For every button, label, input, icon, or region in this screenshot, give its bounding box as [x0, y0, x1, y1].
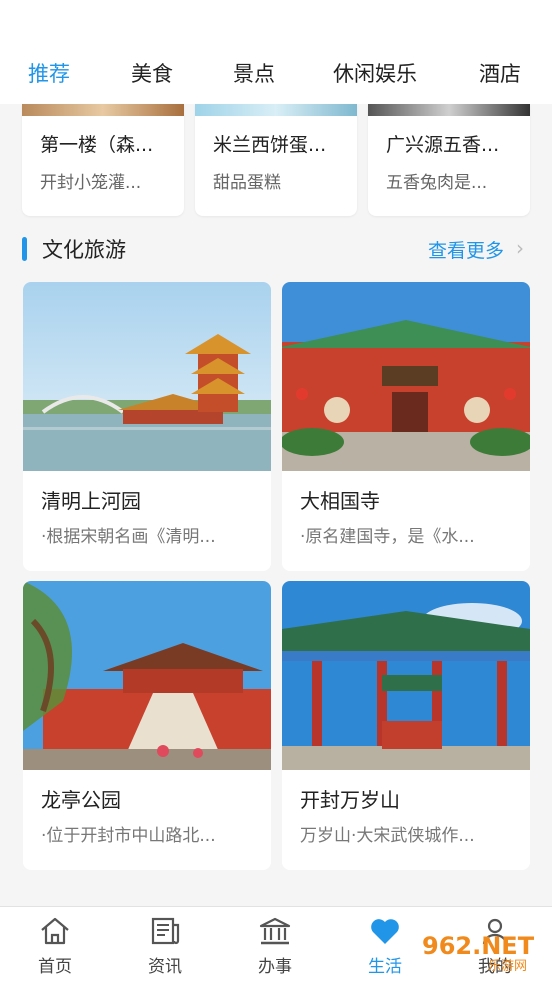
category-tabs: 推荐 美食 景点 休闲娱乐 酒店: [0, 52, 552, 102]
nav-item-home[interactable]: 首页: [0, 907, 110, 981]
attraction-image: [282, 282, 530, 471]
food-card-subtitle: 甜品蛋糕: [213, 173, 281, 193]
nav-label: 首页: [38, 957, 72, 977]
food-image: [368, 104, 530, 116]
watermark-sub: 乐游网: [488, 959, 527, 974]
news-icon: [151, 917, 180, 945]
food-image: [195, 104, 357, 116]
attraction-desc: ·根据宋朝名画《清明...: [41, 527, 216, 547]
section-title: 文化旅游: [42, 238, 126, 262]
chevron-right-icon[interactable]: ›: [516, 236, 524, 260]
attraction-title: 开封万岁山: [300, 788, 400, 812]
tab-hotel[interactable]: 酒店: [479, 52, 521, 96]
attraction-title: 龙亭公园: [41, 788, 121, 812]
food-card-title: 米兰西饼蛋...: [213, 134, 327, 156]
watermark-logo: 962.NET 乐游网: [422, 932, 535, 974]
nav-label: 办事: [258, 957, 292, 977]
attraction-image: [23, 282, 271, 471]
nav-label: 资讯: [148, 957, 182, 977]
section-accent-bar: [22, 237, 27, 261]
attraction-card[interactable]: 大相国寺 ·原名建国寺，是《水...: [282, 282, 530, 571]
home-icon: [41, 917, 69, 945]
tab-scenic[interactable]: 景点: [233, 52, 275, 96]
nav-item-news[interactable]: 资讯: [110, 907, 220, 981]
food-card-title: 广兴源五香...: [386, 134, 500, 156]
attraction-title: 清明上河园: [41, 489, 141, 513]
top-bar: 推荐 美食 景点 休闲娱乐 酒店: [0, 0, 552, 104]
attraction-image: [23, 581, 271, 770]
attraction-desc: ·原名建国寺，是《水...: [300, 527, 475, 547]
watermark-brand: 962.NET: [422, 932, 535, 960]
tab-leisure[interactable]: 休闲娱乐: [333, 52, 417, 96]
food-card[interactable]: 第一楼（森... 开封小笼灌...: [22, 104, 184, 216]
heart-icon: [371, 919, 399, 944]
attraction-card[interactable]: 清明上河园 ·根据宋朝名画《清明...: [23, 282, 271, 571]
attraction-card[interactable]: 开封万岁山 万岁山·大宋武侠城作...: [282, 581, 530, 870]
nav-item-services[interactable]: 办事: [220, 907, 330, 981]
tab-food[interactable]: 美食: [131, 52, 173, 96]
food-card-strip: 第一楼（森... 开封小笼灌... 米兰西饼蛋... 甜品蛋糕 广兴源五香...…: [0, 104, 552, 224]
attraction-card[interactable]: 龙亭公园 ·位于开封市中山路北...: [23, 581, 271, 870]
government-building-icon: [259, 917, 291, 945]
section-header: 文化旅游 查看更多 ›: [0, 228, 552, 272]
food-card-title: 第一楼（森...: [40, 134, 154, 156]
see-more-link[interactable]: 查看更多: [428, 236, 504, 263]
food-image: [22, 104, 184, 116]
attraction-desc: ·位于开封市中山路北...: [41, 826, 216, 846]
tab-recommend[interactable]: 推荐: [28, 52, 70, 96]
attraction-image: [282, 581, 530, 770]
food-card[interactable]: 广兴源五香... 五香兔肉是...: [368, 104, 530, 216]
food-card-subtitle: 五香兔肉是...: [386, 173, 488, 193]
attraction-desc: 万岁山·大宋武侠城作...: [300, 826, 475, 846]
attraction-title: 大相国寺: [300, 489, 380, 513]
food-card-subtitle: 开封小笼灌...: [40, 173, 142, 193]
food-card[interactable]: 米兰西饼蛋... 甜品蛋糕: [195, 104, 357, 216]
